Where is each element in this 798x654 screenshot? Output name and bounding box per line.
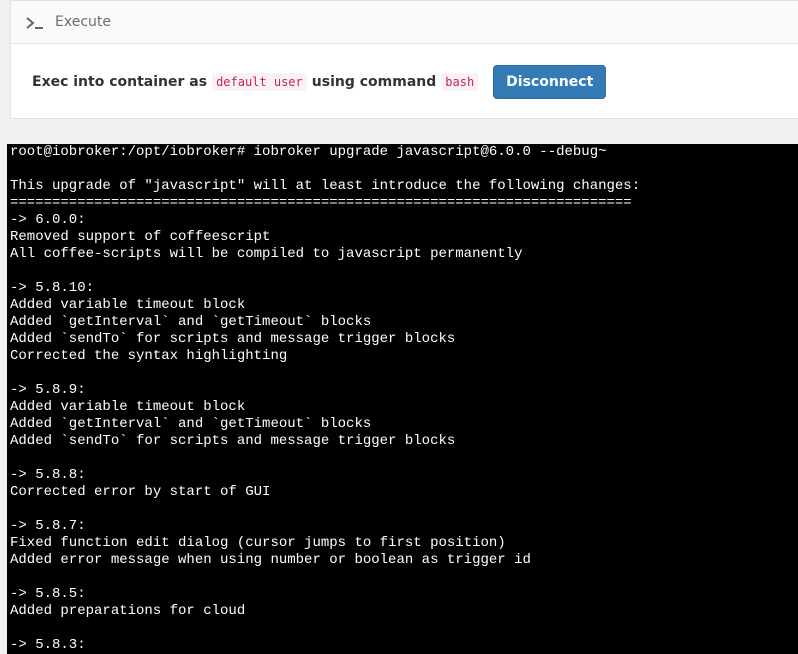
- terminal-line: Added `sendTo` for scripts and message t…: [10, 331, 456, 347]
- terminal-line: This upgrade of "javascript" will at lea…: [10, 178, 641, 194]
- terminal-output[interactable]: root@iobroker:/opt/iobroker# iobroker up…: [7, 144, 798, 654]
- terminal-line: -> 5.8.3:: [10, 637, 86, 653]
- terminal-line: Added `getInterval` and `getTimeout` blo…: [10, 314, 372, 330]
- terminal-line: Added `getInterval` and `getTimeout` blo…: [10, 416, 372, 432]
- panel-header: Execute: [11, 1, 798, 44]
- terminal-line: Corrected the syntax highlighting: [10, 348, 288, 364]
- terminal-line: Added preparations for cloud: [10, 603, 246, 619]
- terminal-text: root@iobroker:/opt/iobroker# iobroker up…: [7, 144, 798, 654]
- terminal-line: -> 5.8.9:: [10, 382, 86, 398]
- command-code: bash: [441, 72, 479, 91]
- terminal-line: -> 5.8.8:: [10, 467, 86, 483]
- terminal-line: -> 5.8.5:: [10, 586, 86, 602]
- panel-title: Execute: [55, 14, 111, 30]
- disconnect-button[interactable]: Disconnect: [493, 64, 607, 99]
- terminal-line: ========================================…: [10, 195, 632, 211]
- terminal-line: Removed support of coffeescript: [10, 229, 271, 245]
- terminal-line: Corrected error by start of GUI: [10, 484, 271, 500]
- exec-middle-text: using command: [311, 73, 437, 90]
- terminal-line: Added error message when using number or…: [10, 552, 531, 568]
- terminal-line: -> 5.8.10:: [10, 280, 95, 296]
- execute-panel: Execute Exec into container as default u…: [10, 0, 798, 119]
- terminal-line: -> 5.8.7:: [10, 518, 86, 534]
- terminal-line: Added `sendTo` for scripts and message t…: [10, 433, 456, 449]
- panel-body: Exec into container as default user usin…: [11, 44, 798, 119]
- terminal-line: -> 6.0.0:: [10, 212, 86, 228]
- terminal-line: Added variable timeout block: [10, 399, 246, 415]
- terminal-prompt-icon: [25, 15, 45, 29]
- exec-prefix-text: Exec into container as: [32, 73, 208, 90]
- terminal-line: Fixed function edit dialog (cursor jumps…: [10, 535, 506, 551]
- terminal-line: Added variable timeout block: [10, 297, 246, 313]
- terminal-line: root@iobroker:/opt/iobroker# iobroker up…: [10, 144, 607, 160]
- terminal-line: All coffee-scripts will be compiled to j…: [10, 246, 523, 262]
- user-code: default user: [212, 72, 307, 91]
